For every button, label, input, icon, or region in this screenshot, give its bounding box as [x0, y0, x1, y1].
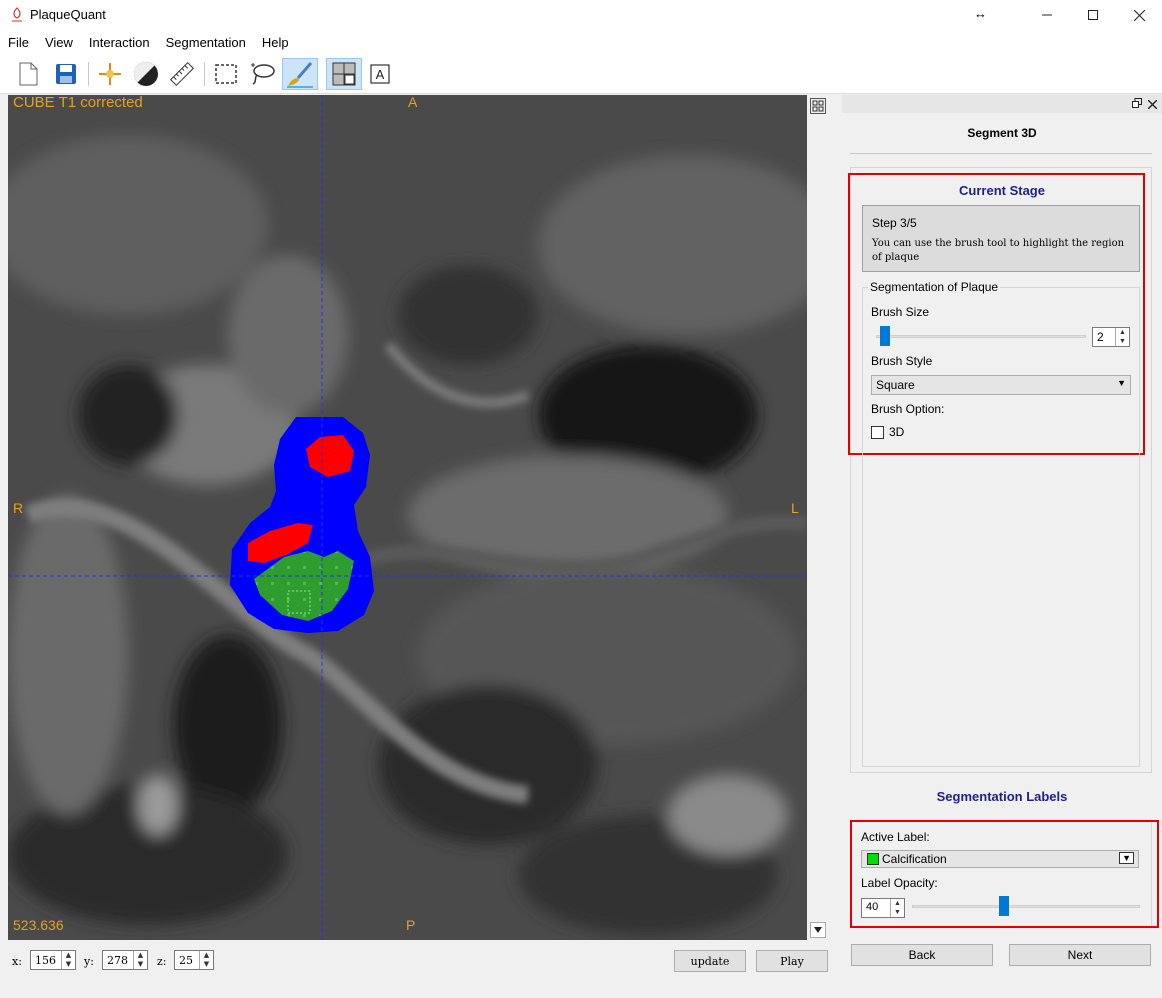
brush-style-select[interactable]: Square ▼ — [871, 375, 1131, 395]
label-opacity-track[interactable] — [912, 905, 1140, 908]
title-divider — [850, 153, 1152, 154]
option-3d-checkbox[interactable] — [871, 426, 884, 439]
play-button[interactable]: Play — [756, 950, 828, 972]
brush-option-label: Brush Option: — [871, 402, 945, 416]
menu-file[interactable]: File — [0, 35, 37, 50]
current-stage-heading: Current Stage — [959, 183, 1045, 198]
svg-text:A: A — [376, 67, 385, 82]
image-viewer[interactable]: CUBE T1 corrected A P R L 523.636 — [8, 95, 807, 940]
next-button[interactable]: Next — [1009, 944, 1151, 966]
close-dock-icon[interactable] — [1147, 98, 1158, 112]
active-label-select[interactable]: Calcification ▼ — [861, 850, 1139, 868]
active-label-label: Active Label: — [861, 830, 930, 844]
toolbar: A — [0, 54, 1162, 94]
window-level-icon[interactable] — [130, 58, 162, 90]
x-label: x: — [12, 955, 22, 968]
spin-arrows-icon[interactable]: ▲ ▼ — [199, 951, 213, 969]
x-spinbox[interactable]: 156 ▲ ▼ — [30, 950, 76, 970]
plaque-group-title: Segmentation of Plaque — [868, 280, 1001, 294]
active-label-value: Calcification — [882, 852, 947, 866]
spin-arrows-icon[interactable]: ▲ ▼ — [890, 899, 904, 917]
brush-size-slider[interactable] — [880, 326, 890, 346]
y-label: y: — [84, 955, 94, 968]
brush-size-spinbox[interactable]: 2 ▲ ▼ — [1092, 327, 1130, 347]
new-file-icon[interactable] — [12, 58, 44, 90]
chevron-down-icon: ▼ — [1119, 852, 1134, 864]
brush-style-value: Square — [876, 378, 915, 392]
step-description: You can use the brush tool to highlight … — [872, 238, 1125, 263]
slice-scroll-down-button[interactable] — [810, 922, 826, 938]
menu-segmentation[interactable]: Segmentation — [158, 35, 254, 50]
back-button[interactable]: Back — [851, 944, 993, 966]
brush-size-label: Brush Size — [871, 305, 930, 319]
label-opacity-slider[interactable] — [999, 896, 1010, 916]
spin-arrows-icon[interactable]: ▲ ▼ — [61, 951, 75, 969]
segmentation-labels-heading: Segmentation Labels — [936, 789, 1068, 804]
brush-size-value: 2 — [1097, 330, 1104, 344]
z-spinbox[interactable]: 25 ▲ ▼ — [174, 950, 214, 970]
x-value: 156 — [35, 954, 56, 967]
ruler-icon[interactable] — [166, 58, 198, 90]
window-title: PlaqueQuant — [30, 7, 106, 22]
float-dock-icon[interactable] — [1132, 97, 1142, 111]
z-label: z: — [157, 955, 167, 968]
brush-icon[interactable] — [282, 58, 318, 90]
title-bar: PlaqueQuant ↔ — [0, 0, 1162, 30]
orientation-top: A — [408, 95, 418, 110]
label-opacity-label: Label Opacity: — [861, 876, 938, 890]
spin-arrows-icon[interactable]: ▲ ▼ — [1115, 328, 1129, 346]
text-icon[interactable]: A — [364, 58, 396, 90]
step-info-box: Step 3/5 You can use the brush tool to h… — [862, 205, 1140, 272]
update-button[interactable]: update — [674, 950, 746, 972]
option-3d-label[interactable]: 3D — [889, 425, 904, 439]
pixel-value-readout: 523.636 — [13, 917, 64, 933]
close-button[interactable] — [1116, 0, 1162, 30]
app-logo-icon — [10, 7, 24, 26]
save-icon[interactable] — [50, 58, 82, 90]
y-spinbox[interactable]: 278 ▲ ▼ — [102, 950, 148, 970]
orientation-left: R — [13, 500, 24, 516]
menu-interaction[interactable]: Interaction — [81, 35, 158, 50]
resize-arrows-icon: ↔ — [974, 6, 987, 21]
label-opacity-spinbox[interactable]: 40 ▲ ▼ — [861, 898, 905, 918]
label-opacity-value: 40 — [866, 901, 879, 913]
navigation-icon[interactable] — [94, 58, 126, 90]
brush-style-label: Brush Style — [871, 354, 933, 368]
series-label: CUBE T1 corrected — [13, 95, 143, 111]
step-label: Step 3/5 — [872, 216, 917, 230]
y-value: 278 — [107, 954, 128, 967]
orientation-right: L — [791, 500, 799, 516]
minimize-button[interactable] — [1024, 0, 1070, 30]
orientation-bottom: P — [406, 917, 416, 933]
layout-icon[interactable] — [326, 58, 362, 90]
z-value: 25 — [179, 954, 193, 967]
lasso-icon[interactable] — [246, 58, 278, 90]
menu-help[interactable]: Help — [254, 35, 297, 50]
mri-slice-image[interactable] — [8, 95, 807, 940]
panel-title: Segment 3D — [967, 126, 1037, 140]
maximize-button[interactable] — [1070, 0, 1116, 30]
rectangle-select-icon[interactable] — [210, 58, 242, 90]
segment-3d-panel: Segment 3D Current Stage Step 3/5 You ca… — [842, 95, 1162, 998]
chevron-down-icon: ▼ — [1117, 378, 1126, 388]
dock-header — [842, 95, 1162, 113]
brush-size-track[interactable] — [876, 335, 1086, 338]
menu-bar: File View Interaction Segmentation Help — [0, 30, 1162, 54]
label-color-swatch — [867, 853, 879, 865]
menu-view[interactable]: View — [37, 35, 81, 50]
viewer-layout-button[interactable] — [810, 98, 826, 114]
coordinate-bar: x: 156 ▲ ▼ y: 278 ▲ ▼ z: 25 ▲ ▼ update Play — [0, 942, 840, 982]
spin-arrows-icon[interactable]: ▲ ▼ — [133, 951, 147, 969]
